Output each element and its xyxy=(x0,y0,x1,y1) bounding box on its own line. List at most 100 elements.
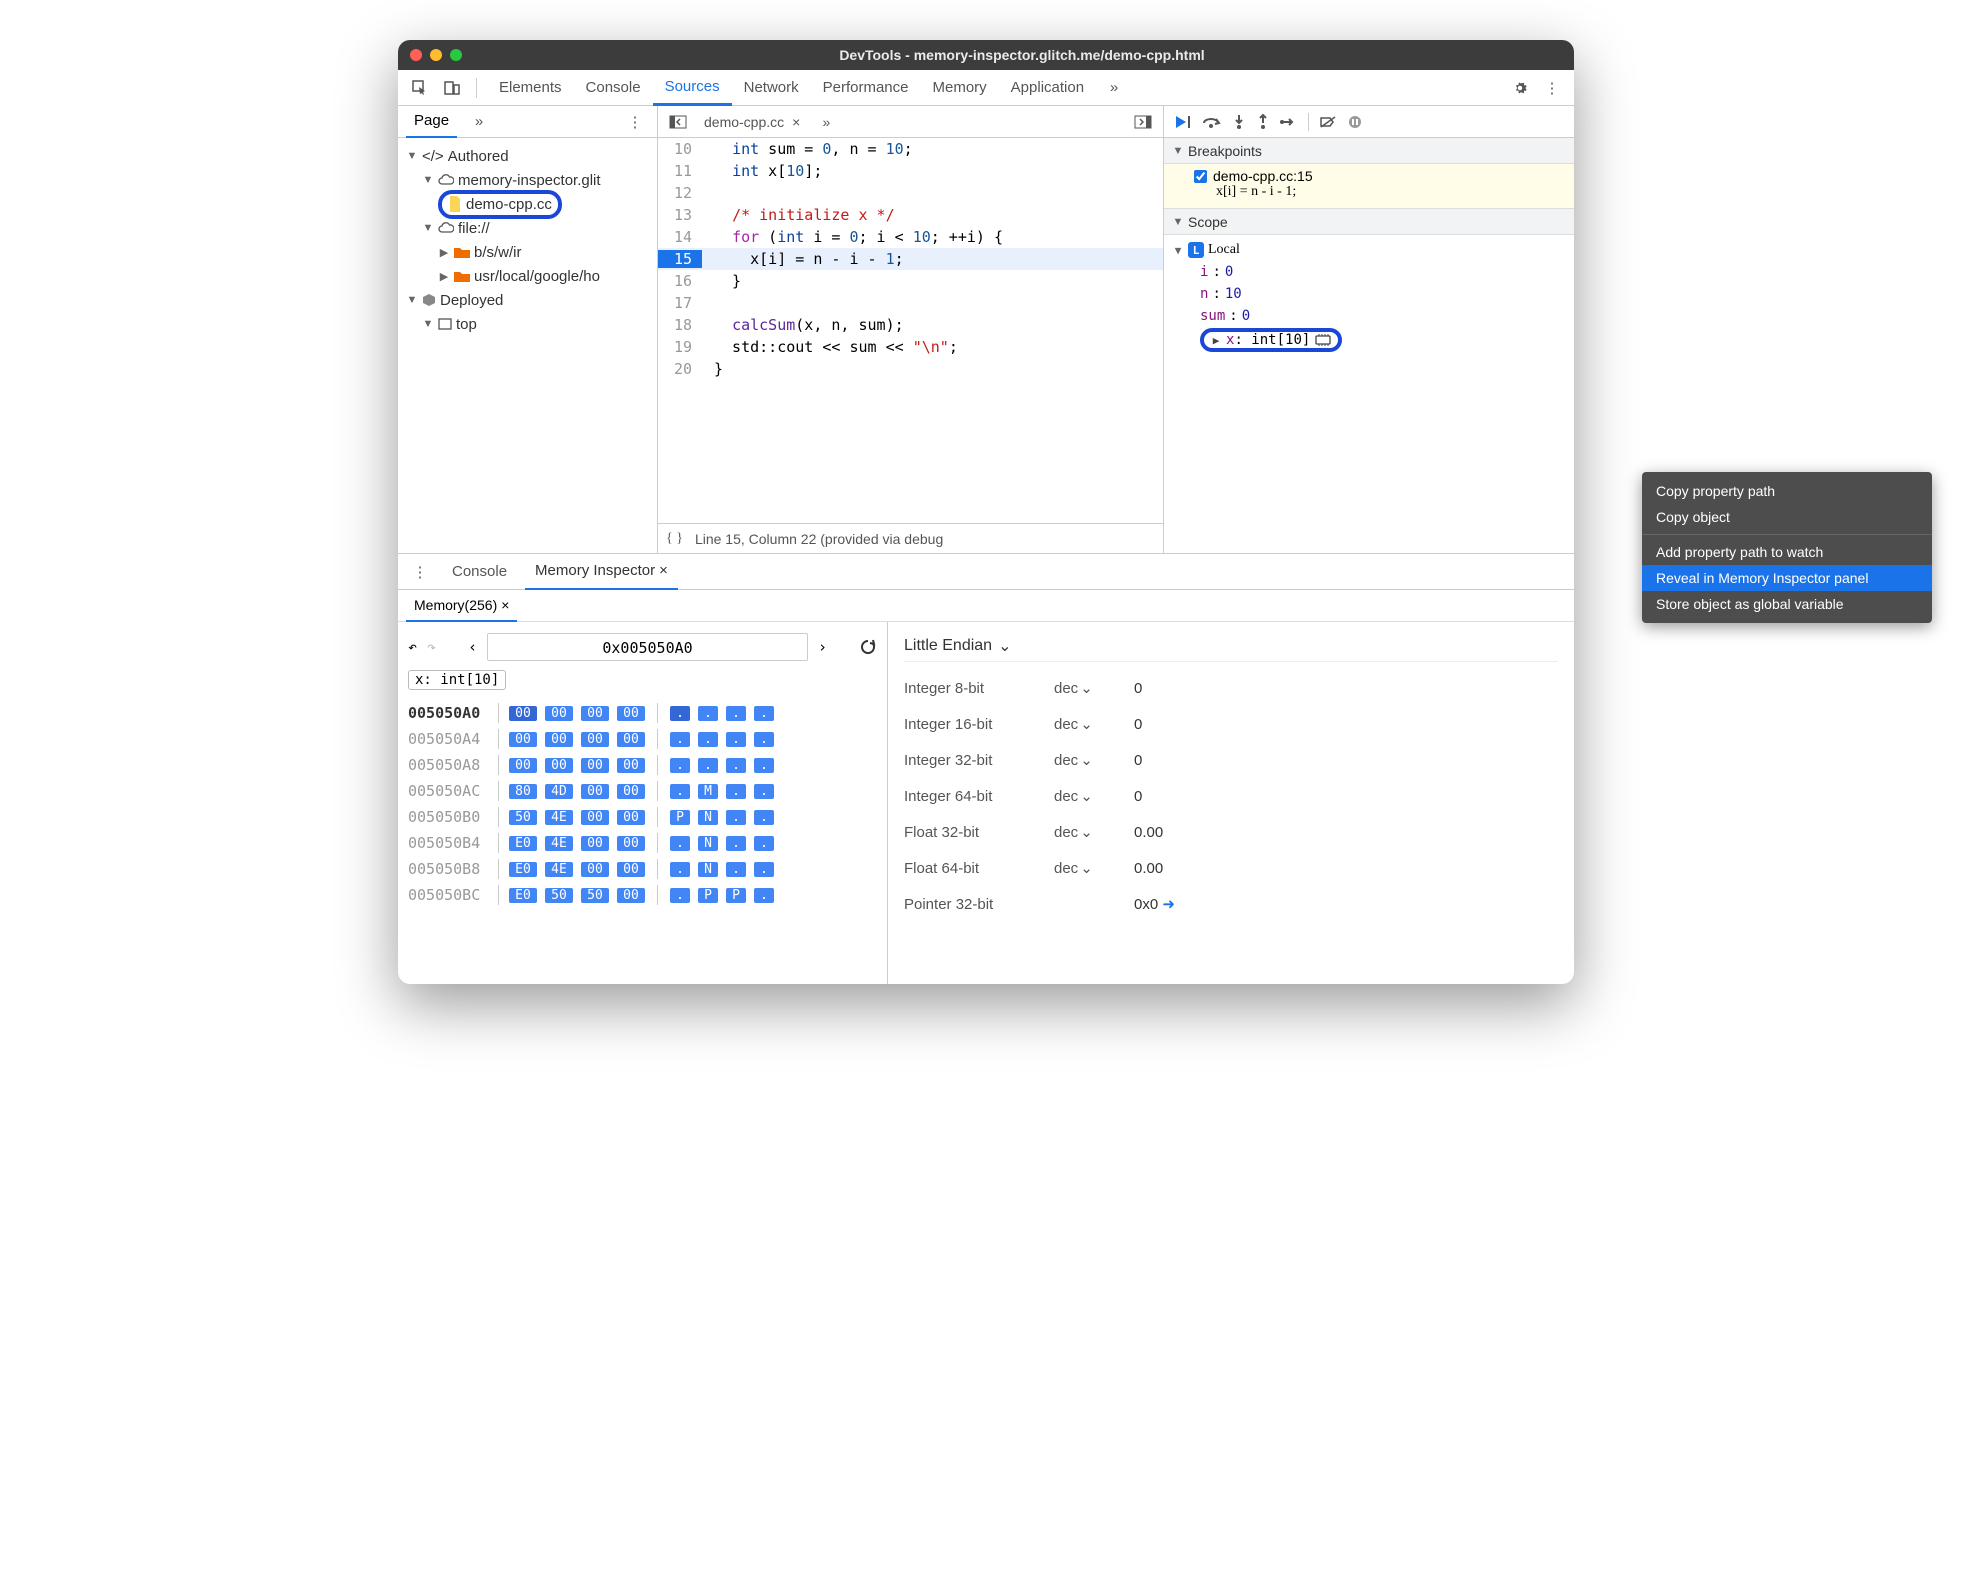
tab-console[interactable]: Console xyxy=(574,70,653,106)
drawer-tab-console[interactable]: Console xyxy=(442,554,517,590)
hex-row[interactable]: 005050B0504E0000PN.. xyxy=(408,804,877,830)
tab-elements[interactable]: Elements xyxy=(487,70,574,106)
toggle-navigator-icon[interactable] xyxy=(664,108,692,136)
minimize-window-icon[interactable] xyxy=(430,49,442,61)
device-toolbar-icon[interactable] xyxy=(438,74,466,102)
context-menu-item[interactable]: Add property path to watch xyxy=(1642,539,1932,565)
code-line[interactable]: 11 int x[10]; xyxy=(658,160,1163,182)
page-tab[interactable]: Page xyxy=(406,106,457,138)
hex-row[interactable]: 005050BCE0505000.PP. xyxy=(408,882,877,908)
tab-performance[interactable]: Performance xyxy=(811,70,921,106)
address-input[interactable]: 0x005050A0 xyxy=(487,633,808,661)
code-line[interactable]: 20} xyxy=(658,358,1163,380)
pretty-print-icon[interactable]: { } xyxy=(666,531,683,547)
refresh-icon[interactable] xyxy=(859,638,877,656)
memory-buffer-tab[interactable]: Memory(256) × xyxy=(406,590,517,622)
prev-page-icon[interactable]: ‹ xyxy=(468,638,477,656)
format-select[interactable]: dec ⌄ xyxy=(1054,823,1114,841)
tree-file-scheme[interactable]: ▼ file:// xyxy=(402,216,653,240)
tree-deployed[interactable]: ▼ Deployed xyxy=(402,288,653,312)
object-chip[interactable]: x: int[10] xyxy=(408,670,506,690)
chevron-down-icon: ⌄ xyxy=(998,636,1011,656)
code-line[interactable]: 10 int sum = 0, n = 10; xyxy=(658,138,1163,160)
drawer-kebab-icon[interactable]: ⋮ xyxy=(406,558,434,586)
step-icon[interactable] xyxy=(1280,116,1298,128)
hex-row[interactable]: 005050A000000000.... xyxy=(408,700,877,726)
package-icon xyxy=(422,293,436,307)
step-out-icon[interactable] xyxy=(1256,114,1270,130)
code-editor[interactable]: 10 int sum = 0, n = 10;11 int x[10];1213… xyxy=(658,138,1163,523)
value-row: Float 32-bitdec ⌄0.00 xyxy=(904,814,1558,850)
code-line[interactable]: 16 } xyxy=(658,270,1163,292)
hex-row[interactable]: 005050B8E04E0000.N.. xyxy=(408,856,877,882)
scope-var[interactable]: n: 10 xyxy=(1172,283,1566,305)
context-menu-item[interactable]: Copy property path xyxy=(1642,478,1932,504)
resume-icon[interactable] xyxy=(1174,114,1192,130)
code-line[interactable]: 12 xyxy=(658,182,1163,204)
memory-icon[interactable] xyxy=(1314,333,1332,347)
nav-kebab-icon[interactable]: ⋮ xyxy=(621,108,649,136)
tree-bsw[interactable]: ▶ b/s/w/ir xyxy=(402,240,653,264)
jump-to-address-icon[interactable]: ➜ xyxy=(1162,896,1175,913)
format-select[interactable]: dec ⌄ xyxy=(1054,859,1114,877)
scope-var-x[interactable]: ▶ x: int[10] xyxy=(1172,329,1566,351)
hex-row[interactable]: 005050A800000000.... xyxy=(408,752,877,778)
tree-usr[interactable]: ▶ usr/local/google/ho xyxy=(402,264,653,288)
deactivate-breakpoints-icon[interactable] xyxy=(1319,115,1337,129)
scope-local[interactable]: ▼ L Local xyxy=(1172,239,1566,261)
hex-row[interactable]: 005050B4E04E0000.N.. xyxy=(408,830,877,856)
breakpoints-section[interactable]: ▼Breakpoints xyxy=(1164,138,1574,164)
kebab-menu-icon[interactable]: ⋮ xyxy=(1538,74,1566,102)
chevron-down-icon: ⌄ xyxy=(1080,787,1093,805)
close-memory-tab-icon[interactable]: × xyxy=(501,597,509,613)
breakpoint-checkbox[interactable] xyxy=(1194,170,1207,183)
tree-host[interactable]: ▼ memory-inspector.glit xyxy=(402,168,653,192)
toggle-debugger-icon[interactable] xyxy=(1129,108,1157,136)
more-editor-tabs-icon[interactable]: » xyxy=(812,108,840,136)
breakpoint-item[interactable]: demo-cpp.cc:15 x[i] = n - i - 1; xyxy=(1164,164,1574,209)
maximize-window-icon[interactable] xyxy=(450,49,462,61)
close-drawer-tab-icon[interactable]: × xyxy=(659,562,668,579)
context-menu-item[interactable]: Store object as global variable xyxy=(1642,591,1932,617)
more-nav-tabs-icon[interactable]: » xyxy=(465,108,493,136)
code-line[interactable]: 19 std::cout << sum << "\n"; xyxy=(658,336,1163,358)
hex-row[interactable]: 005050AC804D0000.M.. xyxy=(408,778,877,804)
pause-exceptions-icon[interactable] xyxy=(1347,114,1363,130)
tab-network[interactable]: Network xyxy=(732,70,811,106)
inspect-element-icon[interactable] xyxy=(406,74,434,102)
values-panel: Little Endian ⌄ Integer 8-bitdec ⌄0Integ… xyxy=(888,622,1574,984)
more-tabs-icon[interactable]: » xyxy=(1100,74,1128,102)
close-window-icon[interactable] xyxy=(410,49,422,61)
redo-icon[interactable]: ↷ xyxy=(427,638,436,656)
format-select[interactable]: dec ⌄ xyxy=(1054,715,1114,733)
scope-section[interactable]: ▼Scope xyxy=(1164,209,1574,235)
tree-file-democpp[interactable]: demo-cpp.cc xyxy=(402,192,653,216)
format-select[interactable]: dec ⌄ xyxy=(1054,751,1114,769)
hex-row[interactable]: 005050A400000000.... xyxy=(408,726,877,752)
drawer-tab-memory-inspector[interactable]: Memory Inspector × xyxy=(525,554,678,590)
code-line[interactable]: 14 for (int i = 0; i < 10; ++i) { xyxy=(658,226,1163,248)
code-line[interactable]: 18 calcSum(x, n, sum); xyxy=(658,314,1163,336)
tree-authored[interactable]: ▼ </> Authored xyxy=(402,144,653,168)
tab-application[interactable]: Application xyxy=(999,70,1096,106)
scope-var[interactable]: i: 0 xyxy=(1172,261,1566,283)
tab-memory[interactable]: Memory xyxy=(921,70,999,106)
editor-tab-democpp[interactable]: demo-cpp.cc × xyxy=(698,106,806,138)
format-select[interactable]: dec ⌄ xyxy=(1054,787,1114,805)
format-select[interactable]: dec ⌄ xyxy=(1054,679,1114,697)
undo-icon[interactable]: ↶ xyxy=(408,638,417,656)
context-menu-item[interactable]: Copy object xyxy=(1642,504,1932,530)
code-line[interactable]: 15 x[i] = n - i - 1; xyxy=(658,248,1163,270)
step-into-icon[interactable] xyxy=(1232,114,1246,130)
close-tab-icon[interactable]: × xyxy=(792,114,800,130)
context-menu-item[interactable]: Reveal in Memory Inspector panel xyxy=(1642,565,1932,591)
step-over-icon[interactable] xyxy=(1202,115,1222,129)
next-page-icon[interactable]: › xyxy=(818,638,827,656)
code-line[interactable]: 13 /* initialize x */ xyxy=(658,204,1163,226)
code-line[interactable]: 17 xyxy=(658,292,1163,314)
tree-top[interactable]: ▼ top xyxy=(402,312,653,336)
tab-sources[interactable]: Sources xyxy=(653,70,732,106)
scope-var[interactable]: sum: 0 xyxy=(1172,305,1566,327)
settings-icon[interactable] xyxy=(1506,74,1534,102)
endianness-select[interactable]: Little Endian ⌄ xyxy=(904,630,1558,662)
